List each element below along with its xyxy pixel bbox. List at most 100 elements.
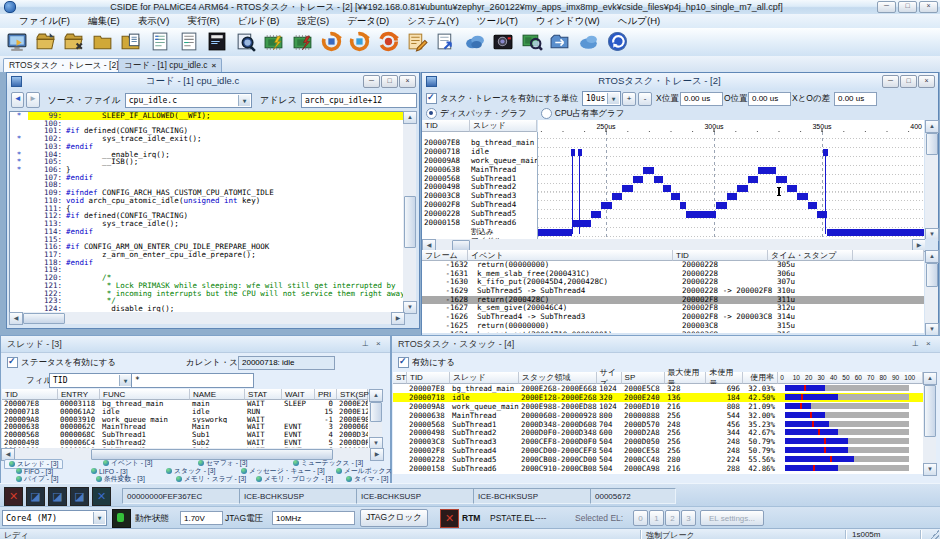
- search-icon[interactable]: [235, 31, 257, 53]
- stack-row[interactable]: 20000158SubThread62000C910-2000CB0850420…: [393, 464, 923, 473]
- jtag-clock-button[interactable]: JTAGクロック: [360, 509, 428, 527]
- reset-icon[interactable]: [321, 31, 343, 53]
- code-text[interactable]: z_arm_on_enter_cpu_idle_prepare();: [62, 251, 403, 259]
- stack-row[interactable]: 200007E8bg_thread_main2000E268-2000E6681…: [393, 384, 923, 393]
- menu-システム(Y)[interactable]: システム(Y): [398, 15, 468, 28]
- stack-column-header[interactable]: 最大使用量: [665, 372, 707, 384]
- menu-ビルド(B)[interactable]: ビルド(B): [229, 15, 289, 28]
- close-icon[interactable]: ×: [926, 339, 936, 349]
- breakpoint-gutter[interactable]: [10, 297, 28, 305]
- folder-blue-icon[interactable]: [549, 31, 571, 53]
- breakpoint-gutter[interactable]: *: [10, 166, 28, 174]
- el-button-2[interactable]: 2: [665, 510, 680, 526]
- trace-thread-row[interactable]: 20000568SubThread1: [422, 174, 537, 183]
- thread-vscrollbar[interactable]: ▲▼: [369, 389, 382, 448]
- folder-docs-icon[interactable]: [120, 31, 142, 53]
- code-hscrollbar[interactable]: ◀▶: [9, 312, 403, 324]
- download-board-icon[interactable]: [263, 31, 285, 53]
- menu-ヘルプ(H)[interactable]: ヘルプ(H): [609, 15, 669, 28]
- stack-row[interactable]: 20000228SubThread52000CB08-2000CD0050420…: [393, 455, 923, 464]
- doc-tab-1[interactable]: RTOSタスク・トレース - [2]×: [3, 58, 133, 72]
- trace-thread-row[interactable]: 20000228SubThread5: [422, 209, 537, 218]
- tab-close-icon[interactable]: ×: [212, 61, 217, 70]
- zoom-in-button[interactable]: +: [622, 92, 636, 106]
- code-text[interactable]: sys_trace_idle();: [62, 220, 403, 228]
- cpu-graph-radio[interactable]: [541, 108, 552, 119]
- breakpoint-gutter[interactable]: [10, 243, 28, 251]
- snapshot-icon[interactable]: [492, 31, 514, 53]
- trace-thread-row[interactable]: 20000498SubThread2: [422, 182, 537, 191]
- new-workspace-icon[interactable]: [6, 31, 28, 53]
- breakpoint-gutter[interactable]: [10, 228, 28, 236]
- code-vscrollbar[interactable]: ▲▼: [403, 111, 416, 312]
- graph-vscrollbar[interactable]: ▲▼: [925, 120, 938, 239]
- code-text[interactable]: SLEEP_IF_ALLOWED(__WFI);: [62, 112, 403, 120]
- thread-column-header[interactable]: PRI: [315, 389, 337, 400]
- el-settings-button[interactable]: EL settings...: [700, 510, 764, 526]
- code-text[interactable]: __ISB();: [62, 158, 403, 166]
- thread-row[interactable]: 200005680000068CSubThread1Sub1WAITEVNT42…: [2, 431, 369, 439]
- address-input[interactable]: arch_cpu_idle+12: [301, 93, 417, 108]
- close-button[interactable]: ×: [918, 75, 935, 88]
- back-button[interactable]: ◄: [11, 92, 24, 108]
- breakpoint-gutter[interactable]: *: [10, 135, 28, 143]
- cloud-icon[interactable]: [578, 31, 600, 53]
- breakpoint-gutter[interactable]: [10, 282, 28, 290]
- stack-row[interactable]: 200009A8work_queue_main2000E988-2000ED88…: [393, 402, 923, 411]
- board-search-icon[interactable]: [521, 31, 543, 53]
- el-button-3[interactable]: 3: [681, 510, 696, 526]
- breakpoint-gutter[interactable]: [10, 197, 28, 205]
- doc-tab-2[interactable]: コード - [1] cpu_idle.c×: [118, 58, 222, 72]
- status-enable-checkbox[interactable]: [7, 357, 18, 368]
- stack-row[interactable]: 20000568SubThread12000D348-2000D60870420…: [393, 420, 923, 429]
- pin-icon[interactable]: ⊥: [362, 339, 372, 349]
- thread-row[interactable]: 200006380000062CMainThreadMainWAITEVNT32…: [2, 423, 369, 431]
- el-button-0[interactable]: 0: [633, 510, 648, 526]
- trace-thread-row[interactable]: 200002F8SubThread4: [422, 200, 537, 209]
- stack-column-header[interactable]: TID: [407, 372, 450, 384]
- el-button-1[interactable]: 1: [649, 510, 664, 526]
- thread-column-header[interactable]: STK(SP)▲: [337, 389, 368, 400]
- scroll-up-icon[interactable]: ▲: [925, 120, 939, 133]
- stack-row[interactable]: 20000718idle2000E128-2000E2683202000E240…: [393, 393, 923, 402]
- open-folder-icon[interactable]: [35, 31, 57, 53]
- menu-ツール(T)[interactable]: ツール(T): [468, 15, 527, 28]
- transfer-doc-icon[interactable]: [435, 31, 457, 53]
- code-text[interactable]: #endif: [62, 174, 403, 182]
- maximize-button[interactable]: □: [381, 75, 398, 88]
- code-text[interactable]: void arch_cpu_atomic_idle(unsigned int k…: [62, 197, 403, 205]
- reset2-icon[interactable]: [349, 31, 371, 53]
- thread-column-header[interactable]: WAIT: [282, 389, 315, 400]
- thread-column-header[interactable]: スレッド: [470, 120, 537, 132]
- tab-イベント - [3][interactable]: イベント - [3]: [99, 459, 156, 467]
- scroll-up-icon[interactable]: ▲: [923, 372, 937, 385]
- maximize-button[interactable]: □: [898, 1, 917, 13]
- edit-doc-icon[interactable]: [406, 31, 428, 53]
- menu-ウィンドウ(W)[interactable]: ウィンドウ(W): [527, 15, 609, 28]
- breakpoint-gutter[interactable]: [10, 236, 28, 244]
- menu-表示(V)[interactable]: 表示(V): [129, 15, 179, 28]
- scroll-up-icon[interactable]: ▲: [403, 111, 417, 124]
- trace-thread-row[interactable]: 割込み: [422, 227, 537, 236]
- thread-column-header[interactable]: STAT: [245, 389, 282, 400]
- trace-thread-row[interactable]: 200003C8SubThread3: [422, 191, 537, 200]
- event-column-header[interactable]: [853, 250, 924, 261]
- scroll-thumb[interactable]: [924, 385, 936, 437]
- source-file-combo[interactable]: cpu_idle.c▼: [125, 93, 252, 108]
- breakpoint-gutter[interactable]: [10, 181, 28, 189]
- stack-vscrollbar[interactable]: ▲▼: [923, 372, 936, 474]
- scroll-down-icon[interactable]: ▼: [403, 301, 417, 314]
- stack-column-header[interactable]: SP: [622, 372, 665, 384]
- minimize-button[interactable]: ─: [363, 75, 380, 88]
- event-vscrollbar[interactable]: ▲▼: [925, 250, 938, 334]
- save-icon[interactable]: [206, 31, 228, 53]
- trace-thread-row[interactable]: 200007E8bg_thread_main: [422, 138, 537, 147]
- breakpoint-gutter[interactable]: [10, 220, 28, 228]
- stack-enable-checkbox[interactable]: [398, 357, 409, 368]
- code-text[interactable]: [62, 266, 403, 274]
- memory-icon[interactable]: [464, 31, 486, 53]
- thread-column-header[interactable]: FUNC: [100, 389, 190, 400]
- trace-thread-row[interactable]: 20000638MainThread: [422, 165, 537, 174]
- trace-thread-row[interactable]: 20000718idle: [422, 147, 537, 156]
- thread-row[interactable]: 200007E800003118bg_thread_mainmainWAITSL…: [2, 400, 369, 408]
